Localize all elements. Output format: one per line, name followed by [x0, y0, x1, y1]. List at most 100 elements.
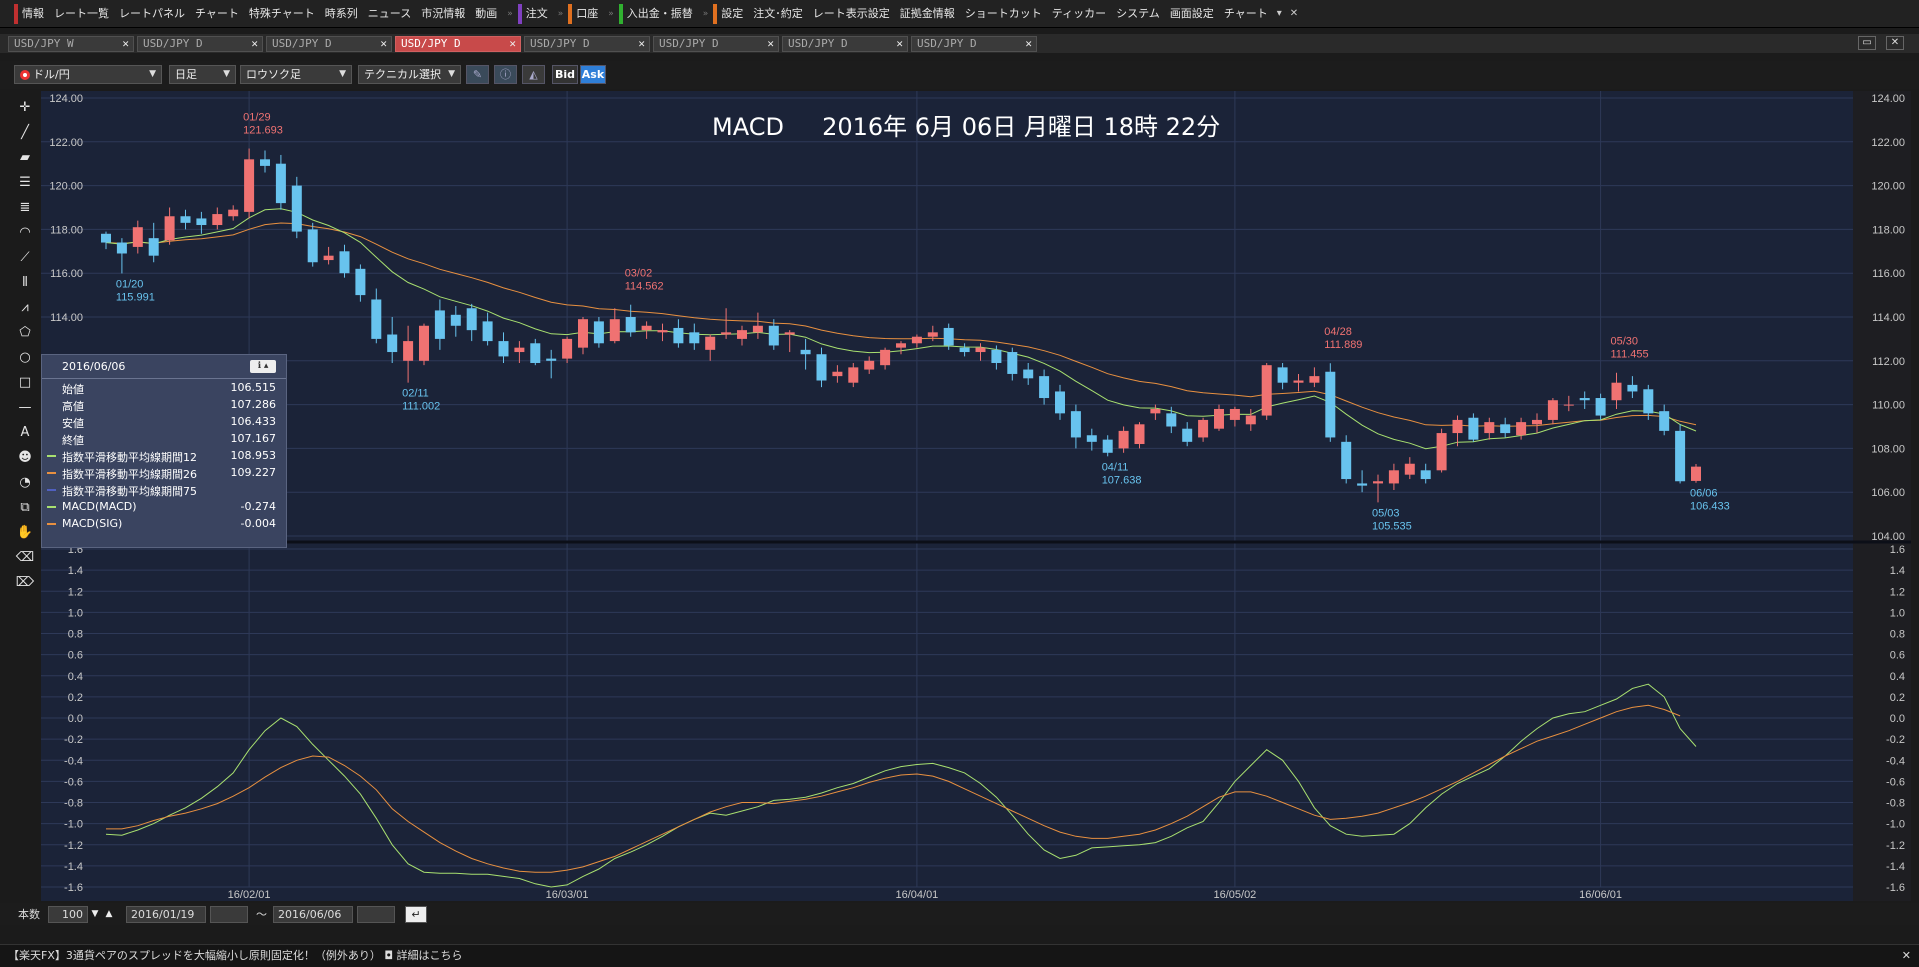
period-select[interactable]: 日足 ▼: [169, 65, 236, 84]
count-up-icon[interactable]: ▲: [102, 906, 116, 923]
mountain-chart-button[interactable]: ◭: [522, 65, 545, 84]
chart-type-select[interactable]: ロウソク足 ▼: [240, 65, 352, 84]
tab-close-icon[interactable]: ✕: [509, 37, 516, 51]
chart-tab[interactable]: USD/JPY D ✕: [911, 36, 1037, 52]
menu-item-14[interactable]: レート表示設定: [808, 4, 895, 24]
crosshair-icon[interactable]: ✛: [13, 95, 37, 119]
menu-item-16[interactable]: ショートカット: [960, 4, 1047, 24]
menu-item-1[interactable]: レート一覧: [49, 4, 114, 24]
menu-item-3[interactable]: チャート: [190, 4, 244, 24]
from-date-field[interactable]: 2016/01/19: [126, 905, 206, 923]
menu-item-11[interactable]: 入出金・振替: [618, 3, 698, 24]
circle-icon[interactable]: ○: [13, 345, 37, 369]
pentagon-icon[interactable]: ⬠: [13, 320, 37, 344]
fibonacci-fan-icon[interactable]: ⟋: [13, 245, 37, 269]
fibonacci-retracement-icon[interactable]: ≣: [13, 195, 37, 219]
info-row: 指数平滑移動平均線期間12 108.953: [42, 447, 286, 464]
ask-button[interactable]: Ask: [580, 65, 606, 84]
ticker-text[interactable]: 【楽天FX】3通貨ペアのスプレッドを大幅縮小し原則固定化！（例外あり） ◘ 詳細…: [8, 949, 463, 962]
fibonacci-arc-icon[interactable]: ◠: [13, 220, 37, 244]
chart-tab[interactable]: USD/JPY D ✕: [782, 36, 908, 52]
vertical-lines-icon[interactable]: ⦀: [13, 270, 37, 294]
candle-body: [752, 325, 763, 333]
candle-body: [1563, 404, 1574, 406]
menu-item-19[interactable]: 画面設定: [1165, 4, 1219, 24]
legend-swatch: [47, 472, 56, 474]
candle-body: [387, 334, 398, 353]
eraser-icon[interactable]: ⌫: [13, 545, 37, 569]
chart-tab[interactable]: USD/JPY W ✕: [8, 36, 134, 52]
menu-item-9[interactable]: 注文: [517, 3, 553, 24]
menu-close-icon[interactable]: ✕: [1286, 8, 1302, 19]
rectangle-icon[interactable]: □: [13, 370, 37, 394]
candle-body: [1182, 428, 1193, 442]
menu-item-17[interactable]: ティッカー: [1047, 4, 1111, 24]
info-toggle-icon[interactable]: ℹ ▴: [250, 360, 276, 373]
menu-item-8[interactable]: 動画: [470, 4, 502, 24]
trendline-icon[interactable]: ╱: [13, 120, 37, 144]
refresh-icon[interactable]: ↵: [405, 905, 427, 923]
candle-body: [911, 336, 922, 344]
tab-close-icon[interactable]: ✕: [251, 37, 258, 51]
menu-item-12[interactable]: 設定: [713, 3, 748, 24]
chart-tab[interactable]: USD/JPY D ✕: [524, 36, 650, 52]
tab-close-icon[interactable]: ✕: [896, 37, 903, 51]
pencil-button[interactable]: ✎: [466, 65, 489, 84]
candle-body: [832, 371, 843, 377]
menu-item-6[interactable]: ニュース: [363, 4, 416, 24]
chart-type-value: ロウソク足: [246, 68, 301, 81]
horizontal-line-icon[interactable]: —: [13, 395, 37, 419]
menu-item-4[interactable]: 特殊チャート: [244, 4, 320, 24]
menu-item-13[interactable]: 注文･約定: [748, 4, 808, 24]
info-row: 終値 107.167: [42, 430, 286, 447]
menu-item-2[interactable]: レートパネル: [114, 4, 190, 24]
menu-item-18[interactable]: システム: [1111, 4, 1165, 24]
chart-tab[interactable]: USD/JPY D ✕: [395, 36, 521, 52]
menu-more-icon[interactable]: ▾: [1273, 8, 1286, 19]
extreme-date-label: 03/02: [625, 268, 653, 280]
hand-icon[interactable]: ✋: [13, 520, 37, 544]
maximize-icon[interactable]: ▭: [1858, 36, 1876, 50]
from-time-field[interactable]: [210, 905, 248, 923]
count-down-icon[interactable]: ▼: [88, 906, 102, 923]
menu-item-0[interactable]: 情報: [14, 3, 49, 24]
ticker-close-icon[interactable]: ✕: [1902, 945, 1911, 967]
copy-drawing-icon[interactable]: ⧉: [13, 495, 37, 519]
count-input[interactable]: 100: [48, 905, 88, 923]
tab-close-icon[interactable]: ✕: [1025, 37, 1032, 51]
main-ytick-left: 124.00: [49, 93, 83, 105]
chart-canvas[interactable]: 124.00 124.00 122.00 122.00 120.00 120.00 118.…: [41, 91, 1911, 901]
text-icon[interactable]: A: [13, 420, 37, 444]
tab-close-icon[interactable]: ✕: [122, 37, 129, 51]
ruler-icon[interactable]: ▰: [13, 145, 37, 169]
horizontal-lines-icon[interactable]: ☰: [13, 170, 37, 194]
info-button[interactable]: ⓘ: [494, 65, 517, 84]
to-time-field[interactable]: [357, 905, 395, 923]
chart-area[interactable]: 124.00 124.00 122.00 122.00 120.00 120.00 118.…: [41, 91, 1911, 901]
candle-body: [1245, 415, 1256, 425]
sub-ytick-right: -0.6: [1886, 776, 1905, 788]
bid-button[interactable]: Bid: [552, 65, 578, 84]
chart-tab[interactable]: USD/JPY D ✕: [266, 36, 392, 52]
menu-item-15[interactable]: 証拠金情報: [895, 4, 960, 24]
tab-close-icon[interactable]: ✕: [767, 37, 774, 51]
icon-stamp-icon[interactable]: ☻: [13, 445, 37, 469]
to-date-field[interactable]: 2016/06/06: [273, 905, 353, 923]
currency-pair-select[interactable]: ドル/円 ▼: [14, 65, 162, 84]
news-ticker[interactable]: 【楽天FX】3通貨ペアのスプレッドを大幅縮小し原則固定化！（例外あり） ◘ 詳細…: [0, 944, 1919, 967]
menu-item-20[interactable]: チャート: [1219, 4, 1273, 24]
tab-close-icon[interactable]: ✕: [638, 37, 645, 51]
pitchfork-icon[interactable]: ⩘: [13, 295, 37, 319]
candle-body: [705, 336, 716, 350]
candle-body: [1643, 389, 1654, 414]
chart-tab[interactable]: USD/JPY D ✕: [653, 36, 779, 52]
tab-close-icon[interactable]: ✕: [380, 37, 387, 51]
chart-tab[interactable]: USD/JPY D ✕: [137, 36, 263, 52]
close-window-icon[interactable]: ✕: [1886, 36, 1904, 50]
technical-select[interactable]: テクニカル選択 ▼: [358, 65, 461, 84]
delete-drawing-icon[interactable]: ◔: [13, 470, 37, 494]
menu-item-5[interactable]: 時系列: [320, 4, 363, 24]
eraser-all-icon[interactable]: ⌦: [13, 570, 37, 594]
menu-item-10[interactable]: 口座: [568, 3, 603, 24]
menu-item-7[interactable]: 市況情報: [416, 4, 470, 24]
